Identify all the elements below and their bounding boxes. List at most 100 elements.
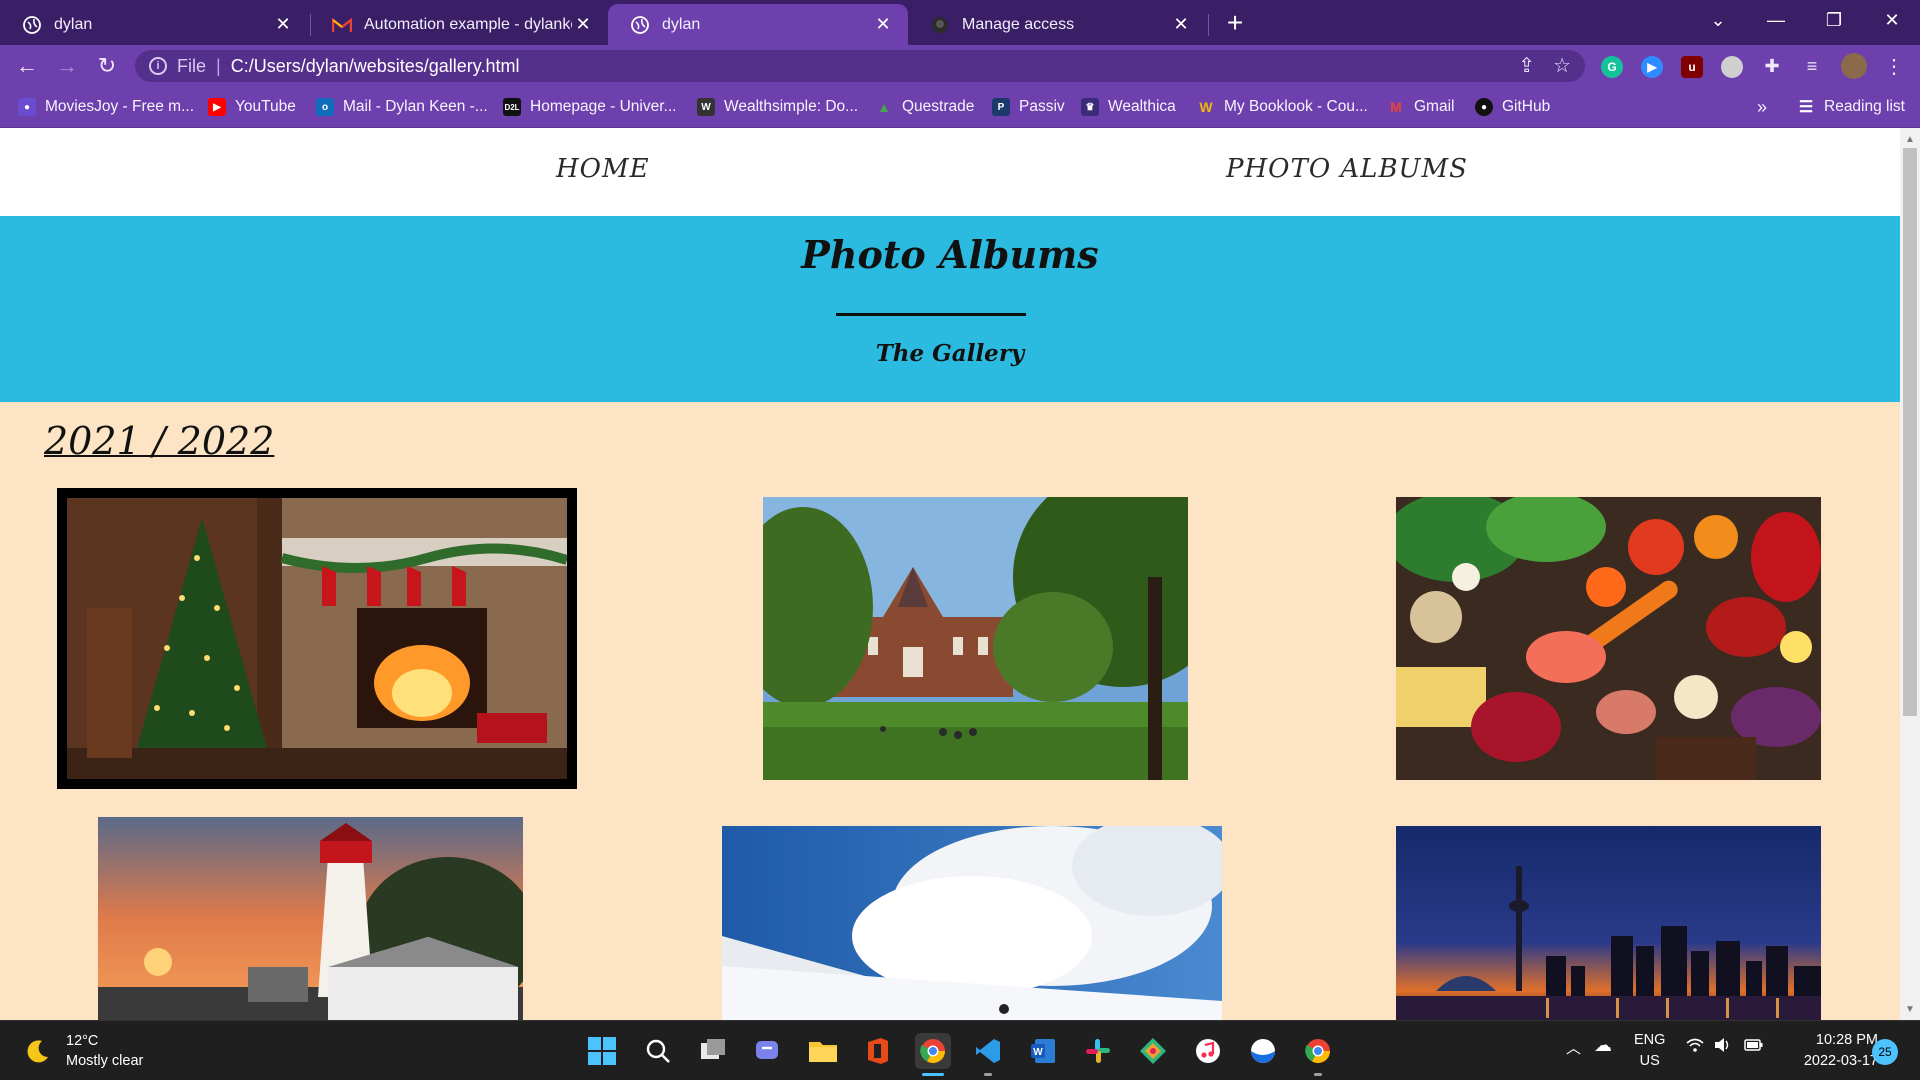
photo-image — [67, 498, 567, 779]
task-view-icon[interactable] — [695, 1033, 731, 1069]
site-info-icon[interactable]: i — [149, 57, 167, 75]
zoom-extension-icon[interactable]: ▶ — [1641, 56, 1663, 78]
language-indicator[interactable]: ENG US — [1634, 1030, 1665, 1072]
screen: { "browser": { "tabs": [ {"title": "dyla… — [0, 0, 1920, 1080]
bookmark-mail[interactable]: o Mail - Dylan Keen -... — [316, 95, 488, 119]
address-divider: | — [216, 55, 221, 76]
system-clock[interactable]: 10:28 PM 2022-03-17 — [1780, 1030, 1878, 1072]
forward-arrow-icon[interactable]: → — [52, 51, 82, 81]
tab-close-icon[interactable]: ✕ — [872, 14, 894, 36]
grammarly-extension-icon[interactable]: G — [1601, 56, 1623, 78]
tab-manage-access[interactable]: Manage access ✕ — [908, 4, 1206, 45]
tab-search-chevron-icon[interactable]: ⌄ — [1690, 0, 1746, 40]
search-icon[interactable] — [640, 1033, 676, 1069]
bookmark-label: Questrade — [902, 98, 975, 115]
scroll-up-arrow-icon[interactable]: ▲ — [1900, 130, 1920, 148]
menu-kebab-icon[interactable]: ⋮ — [1879, 51, 1909, 81]
chrome-secondary-icon[interactable] — [1300, 1033, 1336, 1069]
slack-icon[interactable] — [1080, 1033, 1116, 1069]
photo-christmas-fireplace[interactable] — [57, 488, 577, 789]
extensions-puzzle-icon[interactable]: ✚ — [1757, 51, 1787, 81]
close-window-button[interactable]: ✕ — [1864, 0, 1920, 40]
bookmark-moviesjoy[interactable]: ● MoviesJoy - Free m... — [18, 95, 194, 119]
bookmark-questrade[interactable]: ▲ Questrade — [875, 95, 974, 119]
nav-photo-albums-link[interactable]: PHOTO ALBUMS — [1226, 154, 1468, 184]
bookmark-label: Wealthica — [1108, 98, 1176, 115]
bookmarks-overflow-button[interactable]: » — [1757, 95, 1767, 119]
chrome-active-indicator — [922, 1073, 944, 1076]
chrome-icon[interactable] — [915, 1033, 951, 1069]
bookmark-wealthsimple[interactable]: W Wealthsimple: Do... — [697, 95, 858, 119]
photo-lighthouse-sunset[interactable] — [98, 817, 523, 1020]
clock-time: 10:28 PM — [1815, 1032, 1878, 1048]
bookmark-wealthica[interactable]: ♛ Wealthica — [1081, 95, 1176, 119]
photo-ski-slope-clouds[interactable] — [722, 826, 1222, 1020]
bookmark-label: Wealthsimple: Do... — [724, 98, 859, 115]
photo-toronto-skyline[interactable] — [1396, 826, 1821, 1020]
nav-home-link[interactable]: HOME — [556, 154, 650, 184]
photo-image — [1396, 497, 1821, 780]
media-control-icon[interactable]: ≡ — [1797, 51, 1827, 81]
photo-fresh-produce[interactable] — [1396, 497, 1821, 780]
bookmark-label: YouTube — [235, 98, 296, 115]
office-icon[interactable] — [860, 1033, 896, 1069]
git-client-icon[interactable] — [1135, 1033, 1171, 1069]
bookmark-github[interactable]: ● GitHub — [1475, 95, 1550, 119]
mail-client-icon[interactable] — [1245, 1033, 1281, 1069]
teams-chat-icon[interactable] — [750, 1033, 786, 1069]
new-tab-button[interactable]: + — [1220, 7, 1250, 38]
bookmark-label: My Booklook - Cou... — [1224, 98, 1368, 115]
word-icon[interactable]: W — [1025, 1033, 1061, 1069]
back-arrow-icon[interactable]: ← — [12, 51, 42, 81]
photo-university-building[interactable] — [763, 497, 1188, 780]
bookmark-label: MoviesJoy - Free m... — [45, 98, 194, 115]
bookmark-youtube[interactable]: ▶ YouTube — [208, 95, 296, 119]
scrollbar-thumb[interactable] — [1903, 148, 1917, 716]
omnibox-actions: ⇪ ☆ — [1518, 53, 1571, 78]
reading-list-button[interactable]: ☰ Reading list — [1797, 95, 1905, 119]
share-icon[interactable]: ⇪ — [1518, 53, 1535, 78]
extension-circle-icon[interactable] — [1721, 56, 1743, 78]
wealthica-icon: ♛ — [1081, 98, 1099, 116]
profile-avatar[interactable] — [1841, 53, 1867, 79]
globe-icon — [630, 15, 650, 35]
file-explorer-icon[interactable] — [805, 1033, 841, 1069]
photo-image — [763, 497, 1188, 780]
bookmark-booklook[interactable]: W My Booklook - Cou... — [1197, 95, 1368, 119]
wifi-icon[interactable] — [1686, 1037, 1704, 1057]
scroll-down-arrow-icon[interactable]: ▼ — [1900, 1000, 1920, 1018]
battery-icon[interactable] — [1744, 1037, 1764, 1057]
bookmark-passiv[interactable]: P Passiv — [992, 95, 1065, 119]
tab-dylan-active[interactable]: dylan ✕ — [608, 4, 908, 45]
weather-widget[interactable]: 12°C Mostly clear — [24, 1031, 143, 1071]
tab-title: Manage access — [962, 15, 1075, 33]
svg-text:W: W — [1033, 1047, 1043, 1058]
vscode-icon[interactable] — [970, 1033, 1006, 1069]
minimize-button[interactable]: — — [1748, 0, 1804, 40]
notification-badge[interactable]: 25 — [1872, 1039, 1898, 1065]
address-bar[interactable]: i File | C:/Users/dylan/websites/gallery… — [135, 50, 1585, 82]
tab-automation-example[interactable]: Automation example - dylankeen ✕ — [310, 4, 608, 45]
volume-icon[interactable] — [1714, 1037, 1732, 1057]
windows-start-icon[interactable] — [584, 1033, 620, 1069]
ublock-extension-icon[interactable]: u — [1681, 56, 1703, 78]
address-url[interactable]: C:/Users/dylan/websites/gallery.html — [231, 56, 520, 77]
tab-title: dylan — [662, 15, 701, 33]
reload-icon[interactable]: ↻ — [92, 51, 122, 81]
bookmark-star-icon[interactable]: ☆ — [1553, 53, 1571, 78]
weather-temp: 12°C — [66, 1033, 99, 1049]
tray-overflow-chevron-icon[interactable]: ︿ — [1566, 1037, 1581, 1058]
bookmark-homepage[interactable]: D2L Homepage - Univer... — [503, 95, 676, 119]
itunes-icon[interactable] — [1190, 1033, 1226, 1069]
year-heading: 2021 / 2022 — [44, 419, 275, 463]
restore-button[interactable]: ❐ — [1806, 0, 1862, 40]
tab-close-icon[interactable]: ✕ — [272, 14, 294, 36]
bookmark-gmail[interactable]: M Gmail — [1387, 95, 1454, 119]
onedrive-cloud-icon[interactable]: ☁ — [1594, 1035, 1612, 1056]
vscode-running-indicator — [984, 1073, 992, 1076]
tab-dylan-1[interactable]: dylan ✕ — [0, 4, 308, 45]
tab-close-icon[interactable]: ✕ — [1170, 14, 1192, 36]
tab-close-icon[interactable]: ✕ — [572, 14, 594, 36]
gmail-icon — [332, 15, 352, 35]
gmail-icon: M — [1390, 99, 1402, 115]
